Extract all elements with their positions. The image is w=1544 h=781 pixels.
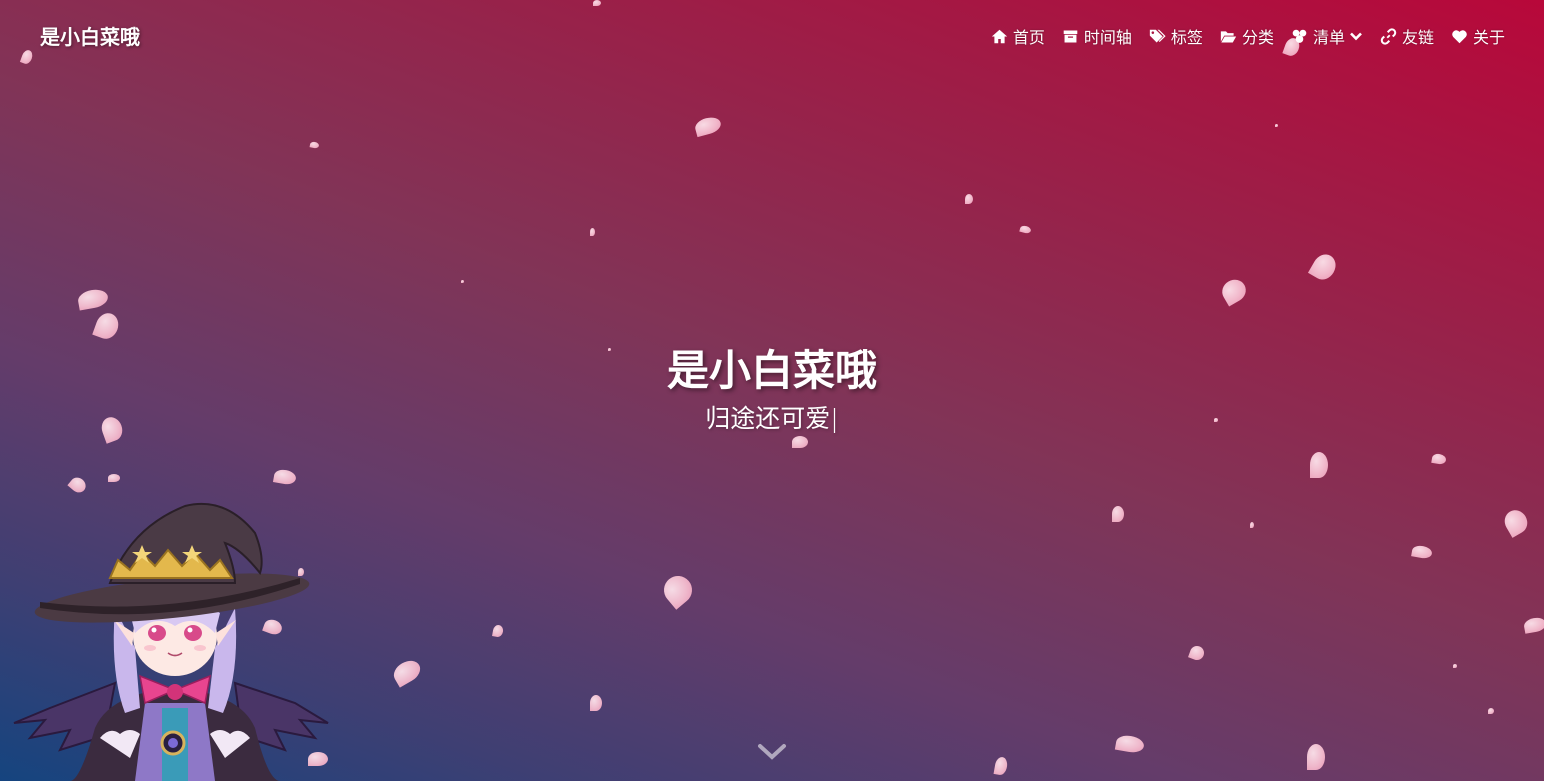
- subtitle-text: 归途还可爱: [705, 404, 831, 433]
- sakura-petal: [590, 695, 602, 711]
- sakura-petal: [658, 570, 698, 610]
- sakura-petal: [1114, 733, 1146, 755]
- chevron-down-icon: [1350, 32, 1362, 41]
- site-brand[interactable]: 是小白菜哦: [40, 21, 140, 50]
- archive-icon: [1063, 30, 1078, 42]
- nav-item-list[interactable]: 清单: [1291, 24, 1363, 48]
- scroll-down-icon[interactable]: [757, 741, 787, 765]
- tags-icon: [1149, 29, 1166, 42]
- nav-item-label: 关于: [1472, 28, 1505, 47]
- sakura-petal: [389, 656, 425, 688]
- sakura-petal: [1453, 664, 1457, 668]
- home-icon: [991, 29, 1008, 43]
- main-nav: 首页 时间轴 标签 分类 清单 友链 关于: [991, 24, 1505, 48]
- sakura-petal: [1431, 452, 1447, 466]
- nav-item-label: 标签: [1170, 28, 1203, 47]
- sakura-petal: [590, 228, 595, 236]
- sakura-petal: [309, 141, 320, 149]
- sakura-petal: [1019, 224, 1032, 235]
- heart-icon: [1452, 29, 1467, 43]
- sakura-petal: [272, 468, 298, 486]
- sakura-petal: [492, 624, 504, 638]
- link-icon: [1380, 27, 1397, 45]
- sakura-petal: [1500, 506, 1532, 538]
- hero-text: 是小白菜哦 归途还可爱|: [0, 342, 1544, 436]
- folder-open-icon: [1220, 30, 1237, 42]
- typing-cursor: |: [830, 404, 839, 433]
- sakura-petal: [693, 114, 723, 138]
- nav-item-label: 友链: [1401, 28, 1434, 47]
- sakura-petal: [593, 0, 601, 6]
- nav-item-about[interactable]: 关于: [1451, 24, 1505, 48]
- nav-item-label: 分类: [1241, 28, 1274, 47]
- nav-item-label: 时间轴: [1083, 28, 1132, 47]
- hero-banner: 是小白菜哦 首页 时间轴 标签 分类 清单 友链 关于 是小白菜哦 归途还可爱|: [0, 0, 1544, 781]
- sakura-petal: [1307, 744, 1325, 770]
- sakura-petal: [1112, 506, 1124, 522]
- sakura-petal: [108, 474, 120, 482]
- sakura-petal: [76, 287, 110, 311]
- list-icon: [1292, 29, 1307, 43]
- sakura-petal: [993, 756, 1009, 776]
- nav-item-home[interactable]: 首页: [991, 24, 1045, 48]
- nav-item-tags[interactable]: 标签: [1149, 24, 1203, 48]
- sakura-petal: [1488, 708, 1494, 714]
- nav-item-label: 首页: [1012, 28, 1045, 47]
- witch-mascot-illustration[interactable]: [10, 498, 340, 781]
- site-subtitle: 归途还可爱|: [0, 402, 1544, 436]
- sakura-petal: [1310, 452, 1328, 478]
- nav-item-timeline[interactable]: 时间轴: [1062, 24, 1132, 48]
- sakura-petal: [19, 48, 35, 66]
- sakura-petal: [1307, 250, 1341, 284]
- nav-item-label: 清单: [1312, 28, 1345, 47]
- sakura-petal: [1275, 124, 1278, 127]
- sakura-petal: [1250, 522, 1254, 528]
- sakura-petal: [1218, 275, 1250, 307]
- sakura-petal: [461, 280, 464, 283]
- site-title: 是小白菜哦: [666, 346, 877, 395]
- nav-item-categories[interactable]: 分类: [1220, 24, 1274, 48]
- sakura-petal: [1411, 544, 1433, 560]
- sakura-petal: [965, 194, 973, 204]
- sakura-petal: [1522, 616, 1544, 634]
- sakura-petal: [792, 436, 808, 448]
- nav-item-friends[interactable]: 友链: [1380, 24, 1434, 48]
- sakura-petal: [92, 310, 122, 342]
- sakura-petal: [1188, 644, 1206, 662]
- sakura-petal: [67, 474, 89, 496]
